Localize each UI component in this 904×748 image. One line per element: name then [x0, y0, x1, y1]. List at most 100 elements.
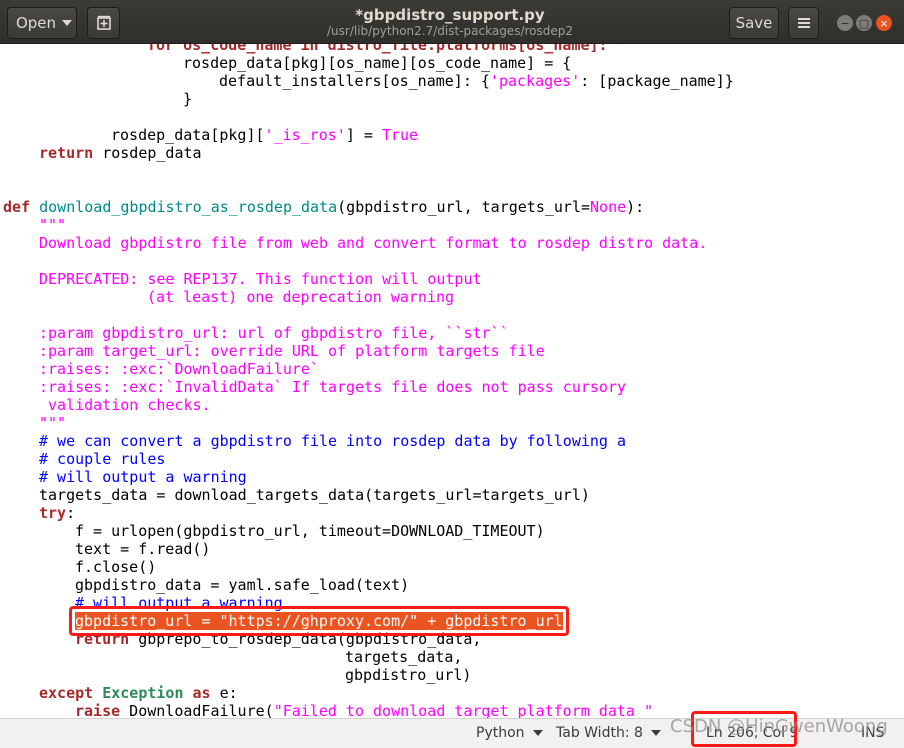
save-button-label: Save	[735, 14, 773, 32]
open-button-label: Open	[15, 14, 57, 32]
code-keyword: as	[192, 684, 211, 702]
minimize-icon: −	[840, 16, 850, 30]
code-line: except Exception as e:	[39, 684, 238, 702]
code-line: :raises: :exc:`InvalidData` If targets f…	[39, 378, 626, 396]
close-button[interactable]: ×	[876, 15, 892, 31]
code-function-name: download_gbpdistro_as_rosdep_data	[39, 198, 338, 216]
code-line: raise DownloadFailure("Failed to downloa…	[75, 702, 653, 718]
code-line: text = f.read()	[75, 540, 210, 558]
code-text: for os_code_name in distro_file.platform…	[147, 44, 608, 54]
code-text: targets_data,	[345, 648, 463, 666]
insert-mode: INS	[861, 725, 885, 741]
code-line: """	[39, 216, 66, 234]
code-line: rosdep_data[pkg]['_is_ros'] = True	[111, 126, 418, 144]
cursor-position-label: Ln 206, Col 9	[706, 725, 799, 741]
code-string: DEPRECATED: see REP137. This function wi…	[39, 270, 482, 288]
code-line: DEPRECATED: see REP137. This function wi…	[39, 270, 482, 288]
code-string: Download gbpdistro file from web and con…	[39, 234, 708, 252]
code-keyword: def	[3, 198, 31, 216]
code-keyword: try	[39, 504, 67, 522]
open-button[interactable]: Open	[7, 7, 77, 39]
code-line: f.close()	[75, 558, 156, 576]
maximize-button[interactable]: □	[856, 15, 872, 31]
status-bar: Python Tab Width: 8 Ln 206, Col 9 INS	[0, 718, 904, 748]
code-line: targets_data,	[345, 648, 462, 666]
code-text: f = urlopen(gbpdistro_url, timeout=DOWNL…	[75, 522, 545, 540]
code-text: text = f.read()	[75, 540, 211, 558]
code-constant: None	[590, 198, 627, 216]
code-string: '_is_ros'	[264, 126, 346, 144]
code-line: default_installers[os_name]: {'packages'…	[219, 72, 734, 90]
window-subtitle: /usr/lib/python2.7/dist-packages/rosdep2	[326, 24, 574, 38]
code-line: # couple rules	[39, 450, 165, 468]
cursor-position[interactable]: Ln 206, Col 9	[706, 725, 798, 741]
code-line: return gbprepo_to_rosdep_data(gbpdistro_…	[75, 630, 481, 648]
code-line: gbpdistro_url)	[345, 666, 471, 684]
save-button[interactable]: Save	[729, 7, 779, 39]
code-text: DownloadFailure(	[120, 702, 274, 718]
code-line: rosdep_data[pkg][os_name][os_code_name] …	[183, 54, 571, 72]
insert-mode-label: INS	[861, 725, 885, 741]
code-line: try:	[39, 504, 75, 522]
code-string: "Failed to download target platform data…	[273, 702, 653, 718]
code-line: """	[39, 414, 66, 432]
code-line: (at least) one deprecation warning	[147, 288, 454, 306]
selected-code-text[interactable]: gbpdistro_url = "https://ghproxy.com/" +…	[75, 612, 563, 630]
code-line: for os_code_name in distro_file.platform…	[147, 44, 608, 54]
code-string: :param target_url: override URL of platf…	[39, 342, 545, 360]
tab-width-label: Tab Width: 8	[556, 725, 643, 741]
code-string: :raises: :exc:`InvalidData` If targets f…	[39, 378, 626, 396]
code-comment: # will output a warning	[75, 594, 283, 612]
code-editor[interactable]: for os_code_name in distro_file.platform…	[0, 44, 904, 718]
code-text: }	[183, 90, 193, 108]
code-string: validation checks.	[48, 396, 211, 414]
code-text: gbpdistro_data = yaml.safe_load(text)	[75, 576, 410, 594]
main-menu-button[interactable]	[788, 7, 819, 39]
code-string: """	[39, 216, 67, 234]
code-string: 'packages'	[489, 72, 581, 90]
code-constant: True	[381, 126, 419, 144]
code-string: (at least) one deprecation warning	[147, 288, 455, 306]
code-line: gbpdistro_data = yaml.safe_load(text)	[75, 576, 409, 594]
code-text: targets_data = download_targets_data(tar…	[39, 486, 590, 504]
code-line: :raises: :exc:`DownloadFailure`	[39, 360, 319, 378]
code-line: validation checks.	[48, 396, 211, 414]
code-line: def download_gbpdistro_as_rosdep_data(gb…	[3, 198, 644, 216]
code-keyword: return	[75, 630, 130, 648]
code-text: ] =	[345, 126, 382, 144]
close-icon: ×	[879, 16, 889, 30]
code-keyword: raise	[75, 702, 121, 718]
code-comment: # will output a warning	[39, 468, 247, 486]
code-line: f = urlopen(gbpdistro_url, timeout=DOWNL…	[75, 522, 545, 540]
code-line: :param target_url: override URL of platf…	[39, 342, 545, 360]
language-selector[interactable]: Python	[476, 725, 543, 741]
code-text: rosdep_data	[93, 144, 202, 162]
new-document-button[interactable]	[87, 7, 120, 39]
hamburger-menu-icon	[797, 18, 810, 28]
new-document-icon	[96, 15, 111, 30]
chevron-down-icon	[650, 730, 661, 736]
code-string: :param gbpdistro_url: url of gbpdistro f…	[39, 324, 509, 342]
code-text: gbprepo_to_rosdep_data(gbpdistro_data,	[129, 630, 482, 648]
maximize-icon: □	[858, 16, 870, 30]
minimize-button[interactable]: −	[837, 15, 853, 31]
code-line: # will output a warning	[75, 594, 283, 612]
code-line: }	[183, 90, 192, 108]
code-text: default_installers[os_name]: {	[219, 72, 490, 90]
code-line: return rosdep_data	[39, 144, 202, 162]
code-text: gbpdistro_url)	[345, 666, 472, 684]
code-text: f.close()	[75, 558, 157, 576]
code-line: # we can convert a gbpdistro file into r…	[39, 432, 626, 450]
code-text: :	[66, 504, 76, 522]
code-line: # will output a warning	[39, 468, 247, 486]
code-text: ):	[626, 198, 645, 216]
window-title: *gbpdistro_support.py	[355, 6, 545, 24]
code-keyword: except	[39, 684, 94, 702]
code-text: (gbpdistro_url, targets_url=	[337, 198, 591, 216]
tab-width-selector[interactable]: Tab Width: 8	[556, 725, 661, 741]
code-text: rosdep_data[pkg][os_name][os_code_name] …	[183, 54, 572, 72]
chevron-down-icon	[62, 20, 73, 26]
code-line: :param gbpdistro_url: url of gbpdistro f…	[39, 324, 509, 342]
code-comment: # couple rules	[39, 450, 166, 468]
code-text: : [package_name]}	[580, 72, 734, 90]
